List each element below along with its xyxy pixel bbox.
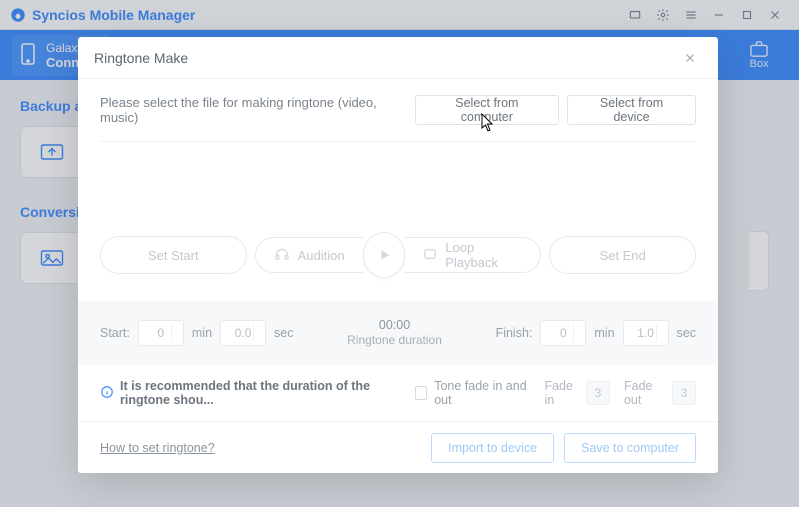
recommendation-text: It is recommended that the duration of t…	[120, 379, 415, 407]
finish-label: Finish:	[496, 326, 533, 340]
info-icon	[100, 385, 114, 402]
file-instruction: Please select the file for making ringto…	[100, 95, 407, 125]
start-sec-input[interactable]: 0.0	[220, 320, 266, 346]
finish-min-input[interactable]: 0	[540, 320, 586, 346]
fade-out-input[interactable]: 3	[672, 381, 696, 405]
min-label-2: min	[594, 326, 614, 340]
time-strip: Start: 0 min 0.0 sec 00:00 Ringtone dura…	[78, 301, 718, 365]
recommendation-row: It is recommended that the duration of t…	[100, 365, 696, 421]
start-label: Start:	[100, 326, 130, 340]
play-button[interactable]	[363, 232, 406, 278]
modal-header: Ringtone Make	[78, 37, 718, 79]
fade-in-label: Fade in	[544, 379, 579, 407]
playback-group: Audition Loop Playback	[255, 232, 542, 278]
save-to-computer-button[interactable]: Save to computer	[564, 433, 696, 463]
finish-sec-input[interactable]: 1.0	[623, 320, 669, 346]
set-start-button[interactable]: Set Start	[100, 236, 247, 274]
modal-footer: How to set ringtone? Import to device Sa…	[78, 421, 718, 473]
select-from-computer-button[interactable]: Select from computer	[415, 95, 559, 125]
start-min-input[interactable]: 0	[138, 320, 184, 346]
sec-label: sec	[274, 326, 293, 340]
tone-fade-checkbox[interactable]	[415, 386, 427, 400]
headphones-icon	[274, 247, 290, 264]
sec-label-2: sec	[677, 326, 696, 340]
ringtone-modal: Ringtone Make Please select the file for…	[78, 37, 718, 473]
modal-close-icon[interactable]	[678, 46, 702, 70]
how-to-link[interactable]: How to set ringtone?	[100, 441, 215, 455]
duration-time: 00:00	[293, 317, 495, 333]
duration-label: Ringtone duration	[293, 333, 495, 349]
loop-button[interactable]: Loop Playback	[405, 237, 541, 273]
set-end-button[interactable]: Set End	[549, 236, 696, 274]
audition-button[interactable]: Audition	[255, 237, 363, 273]
import-to-device-button[interactable]: Import to device	[431, 433, 554, 463]
modal-title: Ringtone Make	[94, 50, 188, 66]
fade-out-label: Fade out	[624, 379, 666, 407]
loop-icon	[423, 248, 437, 263]
waveform-area: Set Start Audition	[100, 142, 696, 283]
select-from-device-button[interactable]: Select from device	[567, 95, 696, 125]
loop-label: Loop Playback	[445, 240, 522, 270]
fade-in-input[interactable]: 3	[586, 381, 610, 405]
audition-label: Audition	[298, 248, 345, 263]
tone-fade-label: Tone fade in and out	[434, 379, 530, 407]
min-label: min	[192, 326, 212, 340]
